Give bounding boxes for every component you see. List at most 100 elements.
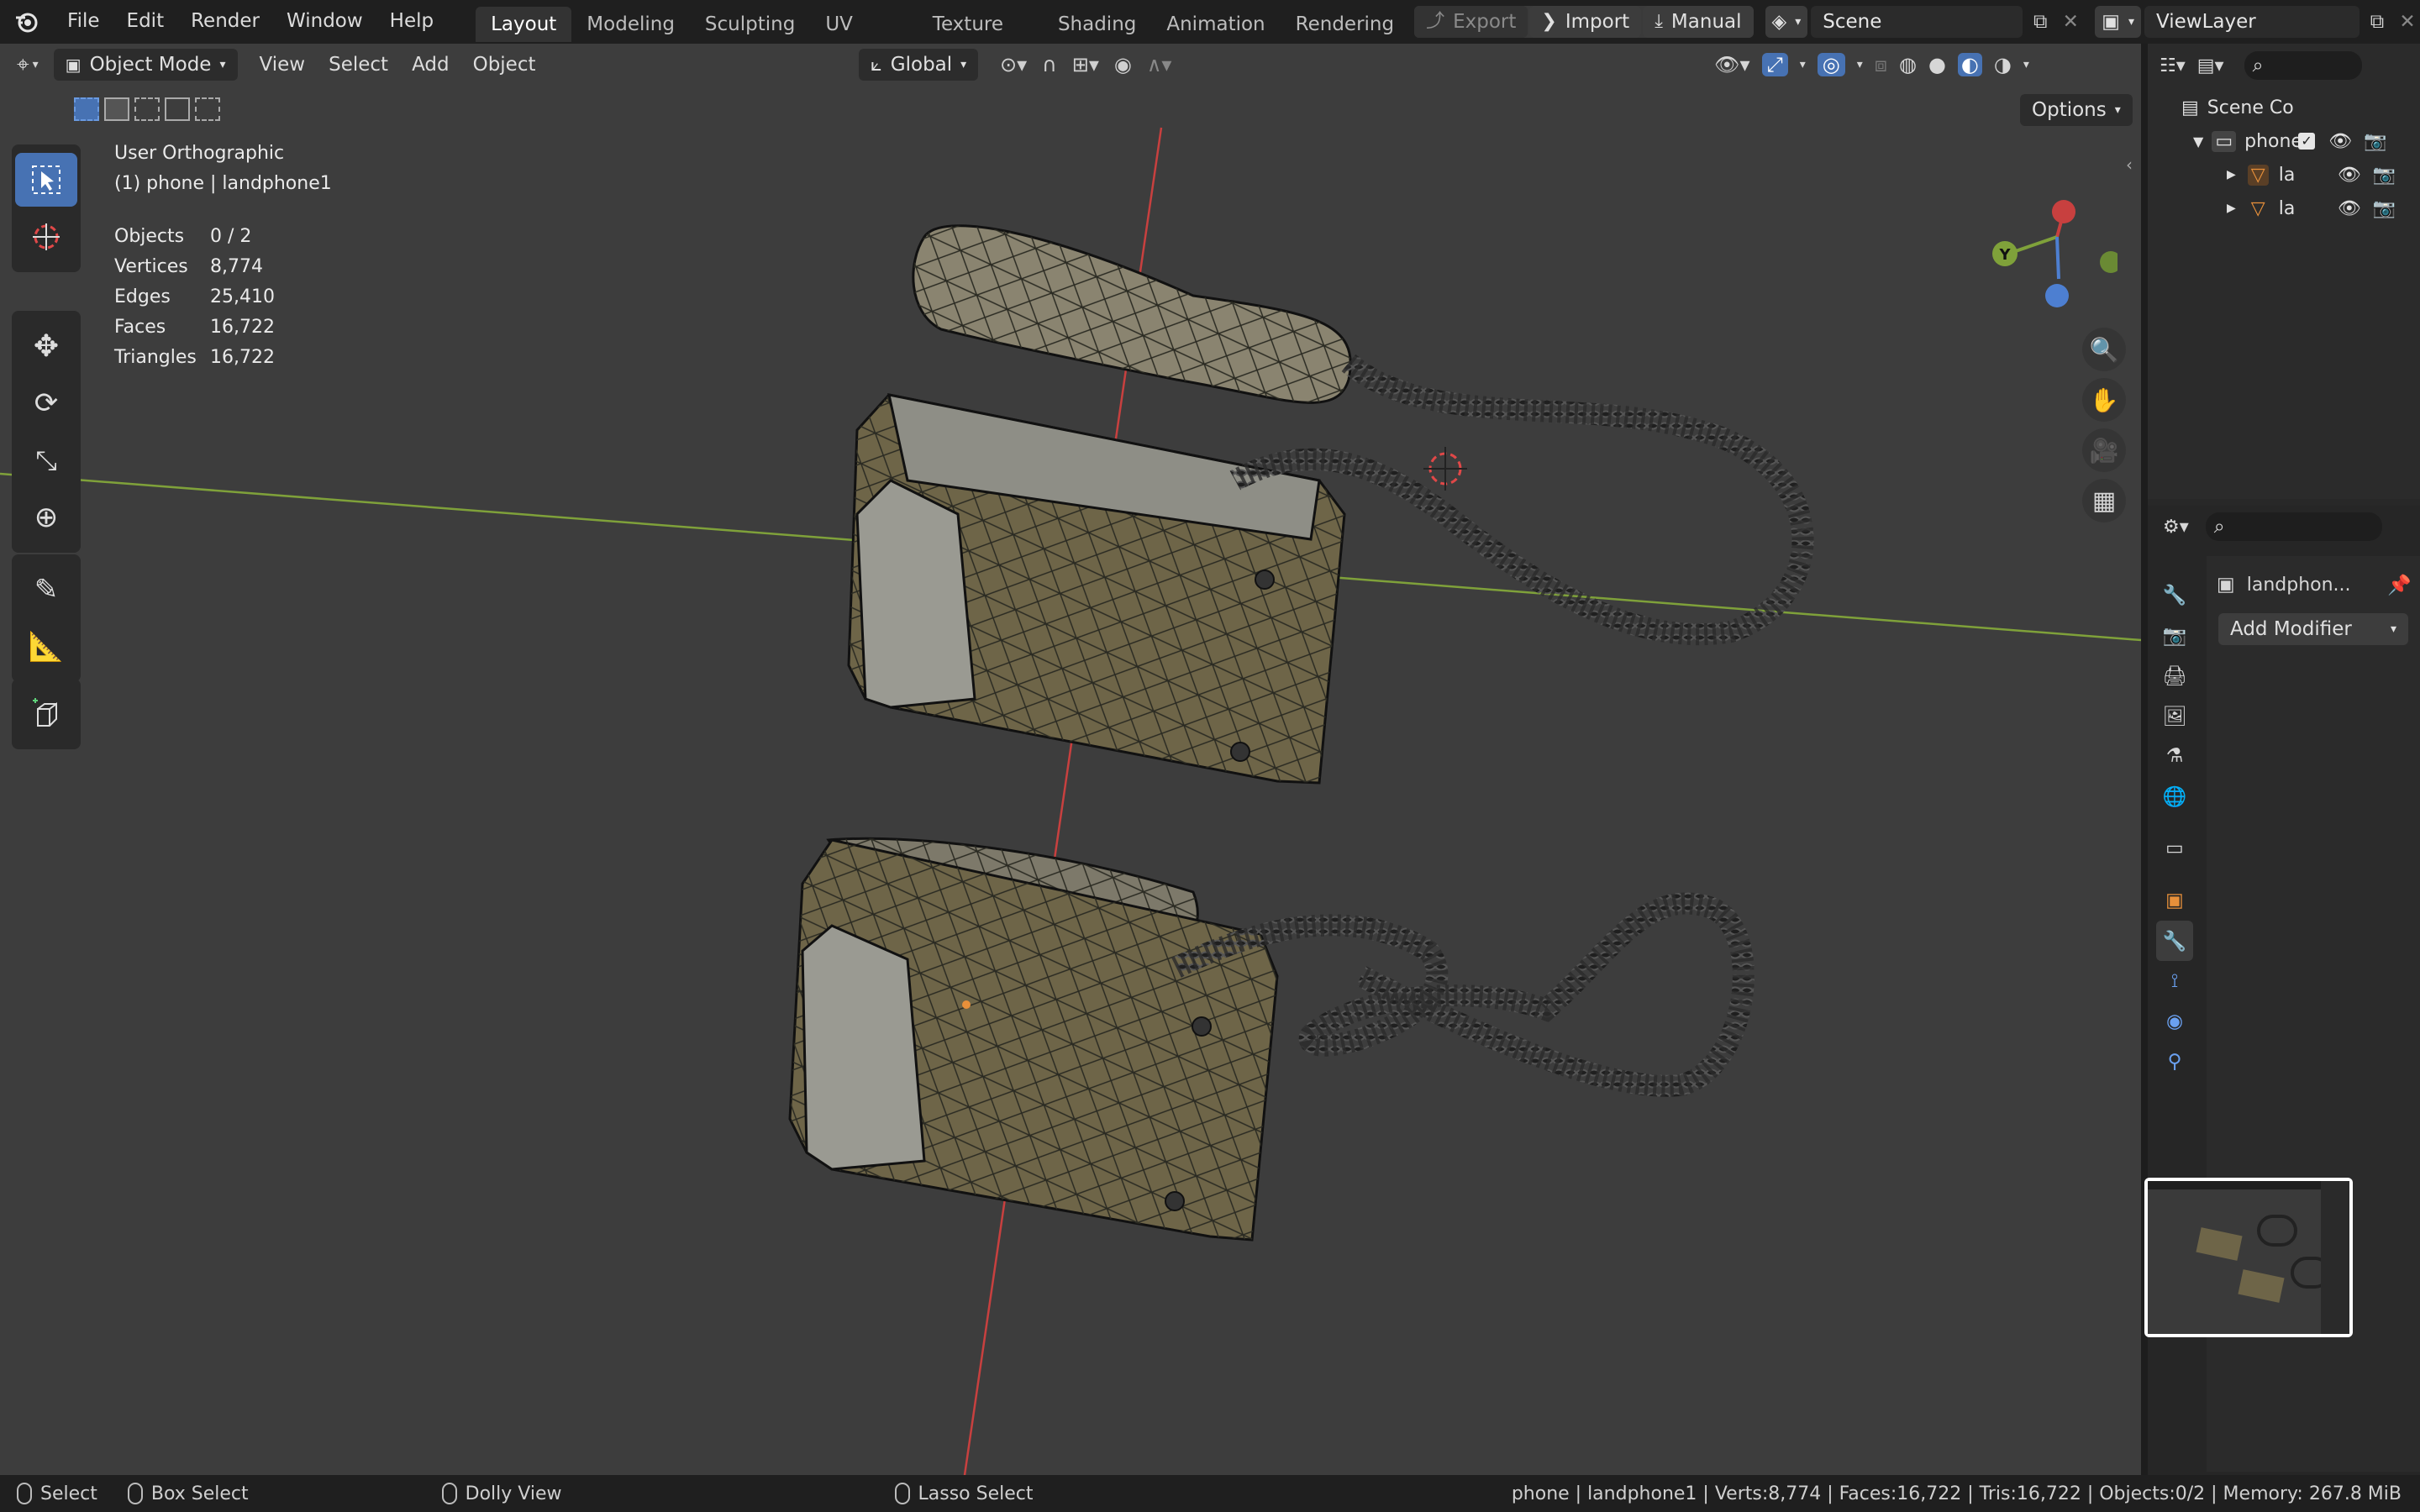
outliner-row-scene-collection[interactable]: ▤ Scene Co [2148, 91, 2420, 124]
outliner-editor-icon[interactable]: ☷▾ [2160, 55, 2186, 76]
tab-rendering[interactable]: Rendering [1281, 7, 1409, 42]
world-tab-icon[interactable]: 🌐 [2156, 776, 2193, 816]
rendered-shading-icon[interactable]: ◑ [1994, 53, 2012, 76]
expand-arrow-icon[interactable]: ▶ [2227, 202, 2236, 215]
menu-window[interactable]: Window [273, 0, 376, 44]
new-viewlayer-icon[interactable]: ⧉ [2363, 11, 2391, 33]
menu-add[interactable]: Add [400, 46, 461, 83]
select-subtract-icon[interactable] [134, 97, 160, 121]
move-tool-icon[interactable]: ✥ [15, 319, 77, 373]
view-layer-tab-icon[interactable]: 🖼 [2156, 696, 2193, 736]
render-tab-icon[interactable]: 📷 [2156, 615, 2193, 655]
snap-increment-icon[interactable]: ⊞▾ [1072, 53, 1099, 76]
modifier-tab-icon[interactable]: 🔧 [2156, 921, 2193, 961]
overlay-toggle-icon[interactable]: ◎ [1817, 53, 1845, 76]
xray-icon[interactable]: ⧈ [1875, 53, 1887, 76]
camera-view-icon[interactable]: 🎥 [2082, 428, 2126, 472]
import-button[interactable]: ❯ Import [1529, 6, 1642, 38]
scale-tool-icon[interactable]: ⤡ [15, 433, 77, 487]
annotate-tool-icon[interactable]: ✎ [15, 563, 77, 617]
outliner-row-object-2[interactable]: ▶ ▽ la 👁 📷 [2148, 192, 2420, 225]
exclude-checkbox[interactable]: ✓ [2298, 133, 2316, 150]
object-tab-icon[interactable]: ▣ [2156, 880, 2193, 921]
tab-uv-editing[interactable]: UV Editing [810, 7, 917, 71]
measure-tool-icon[interactable]: 📐 [15, 620, 77, 674]
chevron-down-icon[interactable]: ▾ [1857, 58, 1863, 71]
ortho-toggle-icon[interactable]: ▦ [2082, 479, 2126, 522]
select-new-icon[interactable] [74, 97, 99, 121]
menu-select[interactable]: Select [317, 46, 400, 83]
add-modifier-dropdown[interactable]: Add Modifier ▾ [2218, 613, 2408, 645]
select-box-tool-icon[interactable] [15, 153, 77, 207]
tab-shading[interactable]: Shading [1043, 7, 1151, 42]
tool-tab-icon[interactable]: 🔧 [2156, 575, 2193, 615]
pan-hand-icon[interactable]: ✋ [2082, 378, 2126, 422]
3d-cursor[interactable] [1423, 447, 1467, 491]
render-camera-icon[interactable]: 📷 [2364, 131, 2386, 152]
particles-tab-icon[interactable]: ⟟ [2156, 961, 2193, 1001]
viewlayer-browse-button[interactable]: ▣ ▾ [2095, 6, 2141, 38]
tab-modeling[interactable]: Modeling [571, 7, 690, 42]
menu-edit[interactable]: Edit [113, 0, 178, 44]
tab-texture-paint[interactable]: Texture Paint [918, 7, 1043, 71]
solid-shading-icon[interactable]: ● [1928, 53, 1946, 76]
phone-object-top[interactable] [847, 224, 1814, 785]
rotate-tool-icon[interactable]: ⟳ [15, 376, 77, 430]
manual-button[interactable]: ⤓ Manual [1643, 6, 1754, 38]
menu-view[interactable]: View [248, 46, 318, 83]
falloff-icon[interactable]: ∧▾ [1147, 53, 1172, 76]
outliner[interactable]: ☷▾ ▤▾ ⌕ ▤ Scene Co ▼ ▭ phone ✓ 👁 📷 ▶ ▽ l… [2148, 44, 2420, 499]
visibility-eye-icon[interactable]: 👁 [2338, 165, 2361, 186]
transform-orientation-dropdown[interactable]: ⟀ Global ▾ [859, 49, 979, 81]
pivot-point-icon[interactable]: ⊙▾ [1000, 53, 1027, 76]
menu-file[interactable]: File [54, 0, 113, 44]
object-mode-dropdown[interactable]: ▣ Object Mode ▾ [53, 49, 238, 81]
outliner-row-object-1[interactable]: ▶ ▽ la 👁 📷 [2148, 158, 2420, 192]
tab-layout[interactable]: Layout [476, 7, 572, 42]
options-dropdown[interactable]: Options ▾ [2020, 94, 2133, 126]
output-tab-icon[interactable]: 🖨 [2156, 655, 2193, 696]
collection-tab-icon[interactable]: ▭ [2156, 828, 2193, 869]
export-button[interactable]: ⤴ Export [1414, 6, 1528, 38]
display-mode-icon[interactable]: ▤▾ [2197, 55, 2224, 76]
blender-logo-icon[interactable] [12, 0, 40, 44]
new-scene-icon[interactable]: ⧉ [2026, 11, 2054, 33]
select-extend-icon[interactable] [104, 97, 129, 121]
transform-tool-icon[interactable]: ⊕ [15, 491, 77, 544]
cursor-tool-icon[interactable] [15, 210, 77, 264]
pin-icon[interactable]: 📌 [2387, 574, 2412, 596]
scene-tab-icon[interactable]: ⚗ [2156, 736, 2193, 776]
outliner-search-input[interactable]: ⌕ [2244, 51, 2362, 80]
select-invert-icon[interactable] [165, 97, 190, 121]
visibility-eye-icon[interactable]: 👁 [2338, 198, 2361, 219]
close-viewlayer-icon[interactable]: ✕ [2395, 11, 2420, 33]
editor-type-button[interactable]: ⌖ ▾ [17, 52, 39, 78]
render-camera-icon[interactable]: 📷 [2373, 165, 2396, 186]
physics-tab-icon[interactable]: ◉ [2156, 1001, 2193, 1042]
menu-object[interactable]: Object [461, 46, 548, 83]
phone-object-bottom[interactable] [788, 837, 1754, 1242]
collapse-arrow-icon[interactable]: ▼ [2193, 134, 2203, 150]
select-intersect-icon[interactable] [195, 97, 220, 121]
expand-arrow-icon[interactable]: ▶ [2227, 168, 2236, 181]
wireframe-shading-icon[interactable]: ◍ [1899, 53, 1917, 76]
properties-editor-icon[interactable]: ⚙▾ [2163, 517, 2189, 538]
proportional-edit-icon[interactable]: ◉ [1114, 53, 1132, 76]
tab-sculpting[interactable]: Sculpting [690, 7, 810, 42]
scene-browse-button[interactable]: ◈ ▾ [1765, 6, 1808, 38]
3d-viewport[interactable]: ⌖ ▾ ▣ Object Mode ▾ View Select Add Objec… [0, 44, 2141, 1475]
properties-search-input[interactable]: ⌕ [2205, 512, 2382, 541]
visibility-icon[interactable]: 👁▾ [1714, 53, 1750, 76]
zoom-icon[interactable]: 🔍 [2082, 328, 2126, 371]
snap-icon[interactable]: ∩ [1042, 53, 1057, 76]
viewlayer-name-field[interactable]: ViewLayer [2144, 6, 2360, 38]
outliner-row-collection[interactable]: ▼ ▭ phone ✓ 👁 📷 [2148, 124, 2420, 158]
navigation-gizmo[interactable]: Y [1983, 153, 2118, 321]
gizmo-toggle-icon[interactable]: ⤢ [1761, 53, 1788, 76]
sidebar-toggle-icon[interactable]: ‹ [2126, 155, 2133, 175]
menu-render[interactable]: Render [177, 0, 273, 44]
close-scene-icon[interactable]: ✕ [2058, 11, 2083, 33]
add-cube-tool-icon[interactable] [15, 687, 77, 741]
material-shading-icon[interactable]: ◐ [1957, 53, 1982, 76]
menu-help[interactable]: Help [376, 0, 447, 44]
